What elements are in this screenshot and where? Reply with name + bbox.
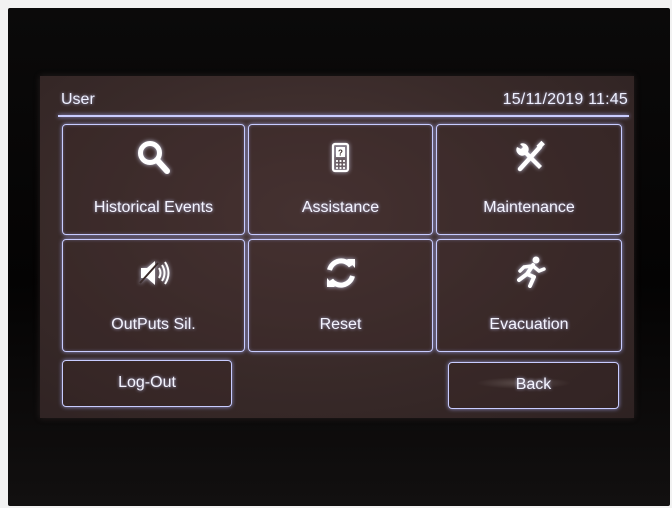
reset-label: Reset (319, 316, 362, 333)
outputs-silence-button[interactable]: OutPuts Sil. (62, 239, 245, 352)
tools-icon (509, 138, 549, 178)
refresh-icon (321, 253, 361, 293)
mobile-phone-icon: ? (321, 138, 361, 178)
running-person-icon (509, 253, 549, 293)
log-out-button[interactable]: Log-Out (62, 360, 232, 407)
evacuation-label: Evacuation (489, 316, 569, 333)
magnifier-icon (134, 138, 174, 178)
datetime-display: 15/11/2019 11:45 (502, 91, 628, 108)
historical-events-button[interactable]: Historical Events (62, 124, 245, 235)
maintenance-button[interactable]: Maintenance (436, 124, 622, 235)
maintenance-label: Maintenance (483, 199, 575, 216)
back-label: Back (515, 376, 552, 393)
evacuation-button[interactable]: Evacuation (436, 239, 622, 352)
user-label: User (61, 91, 95, 108)
speaker-muted-icon (134, 253, 174, 293)
outputs-silence-label: OutPuts Sil. (111, 316, 196, 333)
log-out-label: Log-Out (118, 374, 176, 391)
header-divider (58, 115, 629, 117)
reset-button[interactable]: Reset (248, 239, 433, 352)
back-button[interactable]: Back (448, 362, 619, 409)
svg-text:?: ? (338, 149, 343, 158)
historical-events-label: Historical Events (93, 199, 214, 216)
header-bar: User 15/11/2019 11:45 (58, 87, 628, 115)
assistance-label: Assistance (301, 199, 380, 216)
assistance-button[interactable]: ? Assistance (248, 124, 433, 235)
